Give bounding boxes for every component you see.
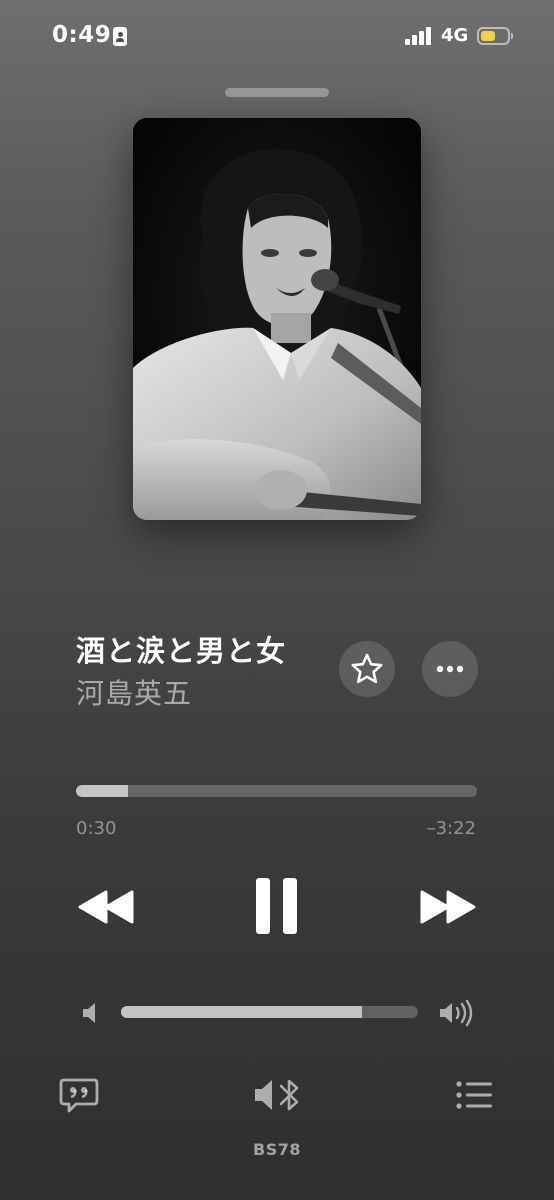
rewind-button[interactable]	[76, 884, 138, 930]
battery-icon	[477, 27, 513, 45]
speaker-low-icon	[80, 1000, 100, 1026]
list-icon	[456, 1081, 492, 1109]
backward-icon	[78, 890, 134, 924]
status-bar: 0:49 4G	[0, 0, 554, 74]
album-artwork	[133, 118, 421, 520]
now-playing-screen: 0:49 4G 酒と涙と男と女 河島英五 0:30 –3:22 BS78	[0, 0, 554, 1200]
artist-name[interactable]: 河島英五	[76, 672, 192, 712]
song-title: 酒と涙と男と女	[76, 634, 287, 668]
forward-icon	[420, 890, 476, 924]
star-icon	[351, 653, 383, 684]
id-card-icon	[113, 27, 127, 46]
remaining-time: –3:22	[426, 818, 476, 839]
signal-icon	[405, 27, 433, 45]
more-options-button[interactable]	[422, 641, 478, 697]
lyrics-quote-icon	[59, 1078, 99, 1113]
playback-progress-fill	[76, 785, 129, 797]
network-label: 4G	[441, 25, 469, 46]
volume-slider[interactable]	[121, 1006, 418, 1018]
playback-scrubber[interactable]	[76, 785, 477, 797]
favorite-button[interactable]	[339, 641, 395, 697]
output-device-name: BS78	[253, 1140, 301, 1159]
ellipsis-icon	[436, 665, 464, 673]
sheet-grabber[interactable]	[225, 88, 329, 97]
speaker-bluetooth-icon	[255, 1079, 299, 1111]
status-time: 0:49	[52, 22, 112, 48]
lyrics-button[interactable]	[58, 1074, 100, 1116]
audio-output-button[interactable]	[252, 1074, 304, 1116]
pause-icon	[256, 878, 297, 934]
queue-button[interactable]	[454, 1078, 494, 1112]
elapsed-time: 0:30	[76, 818, 117, 839]
volume-level-fill	[121, 1006, 362, 1018]
speaker-high-icon	[438, 998, 476, 1028]
fast-forward-button[interactable]	[416, 884, 478, 930]
pause-button[interactable]	[252, 875, 302, 937]
